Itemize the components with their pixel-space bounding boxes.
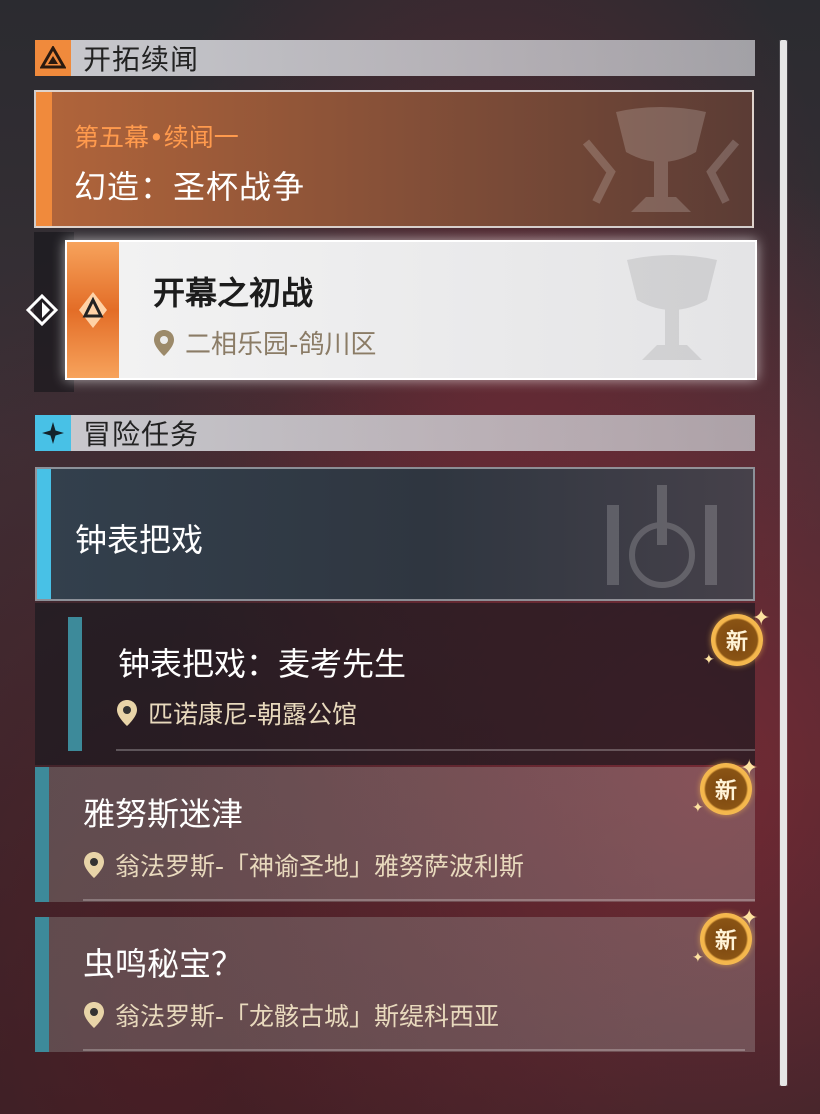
grail-emblem-icon [627, 255, 717, 360]
mission-title: 虫鸣秘宝？ [83, 945, 244, 983]
scrollbar-thumb[interactable] [780, 40, 787, 1086]
sparkle-icon: ✦ [692, 950, 704, 966]
mission-item[interactable]: 钟表把戏：麦考先生 匹诺康尼-朝露公馆 [82, 617, 755, 751]
location-pin-icon [154, 329, 174, 356]
adventure-series-card[interactable]: 钟表把戏 [35, 467, 755, 601]
divider [83, 899, 755, 901]
accent-strip [36, 92, 52, 226]
accent-strip [35, 767, 49, 902]
sparkle-icon: ✦ [740, 906, 759, 931]
location-pin-icon [117, 700, 137, 726]
section-title: 开拓续闻 [83, 43, 200, 76]
mission-title: 雅努斯迷津 [83, 795, 244, 833]
clockwork-emblem-icon [607, 485, 717, 588]
trailblaze-triangle-icon [35, 40, 71, 76]
mission-location: 翁法罗斯-「神谕圣地」雅努萨波利斯 [83, 847, 524, 883]
mission-title: 钟表把戏：麦考先生 [118, 645, 407, 683]
selection-arrow-icon [25, 293, 59, 327]
chapter-title: 幻造：圣杯战争 [74, 168, 306, 206]
divider [116, 749, 755, 751]
mission-location: 翁法罗斯-「龙骸古城」斯缇科西亚 [83, 997, 499, 1033]
section-title: 冒险任务 [83, 418, 200, 451]
chapter-subtitle: 第五幕•续闻一 [74, 123, 239, 152]
section-header-trailblaze: 开拓续闻 [35, 40, 755, 76]
adventure-star-icon [35, 415, 71, 451]
sparkle-icon: ✦ [703, 652, 715, 668]
accent-strip [37, 469, 51, 599]
mission-location: 匹诺康尼-朝露公馆 [116, 695, 357, 731]
trailblaze-diamond-icon [79, 292, 107, 328]
selected-mission-card[interactable]: 开幕之初战 二相乐园-鸽川区 [65, 240, 757, 380]
mission-location: 二相乐园-鸽川区 [153, 324, 376, 361]
new-badge-text: 新 [714, 779, 737, 804]
location-pin-icon [84, 852, 104, 878]
location-text: 二相乐园-鸽川区 [185, 330, 377, 360]
mission-title: 开幕之初战 [153, 274, 314, 312]
location-text: 翁法罗斯-「龙骸古城」斯缇科西亚 [115, 1002, 500, 1031]
sparkle-icon: ✦ [692, 800, 704, 816]
location-pin-icon [84, 1002, 104, 1028]
grail-emblem-icon [582, 107, 740, 212]
new-badge-text: 新 [725, 630, 748, 655]
section-header-adventure: 冒险任务 [35, 415, 755, 451]
mission-item[interactable]: 雅努斯迷津 翁法罗斯-「神谕圣地」雅努萨波利斯 [49, 767, 755, 902]
new-badge-text: 新 [714, 929, 737, 954]
series-title: 钟表把戏 [75, 521, 204, 559]
accent-strip [68, 617, 82, 751]
sparkle-icon: ✦ [752, 606, 771, 631]
mission-type-tab [67, 242, 119, 378]
trailblaze-chapter-card[interactable]: 第五幕•续闻一 幻造：圣杯战争 [34, 90, 754, 228]
location-text: 翁法罗斯-「神谕圣地」雅努萨波利斯 [115, 852, 525, 881]
mission-item[interactable]: 虫鸣秘宝？ 翁法罗斯-「龙骸古城」斯缇科西亚 [49, 917, 755, 1052]
accent-strip [35, 917, 49, 1052]
sparkle-icon: ✦ [740, 756, 759, 781]
location-text: 匹诺康尼-朝露公馆 [148, 700, 358, 729]
divider [83, 1049, 745, 1051]
